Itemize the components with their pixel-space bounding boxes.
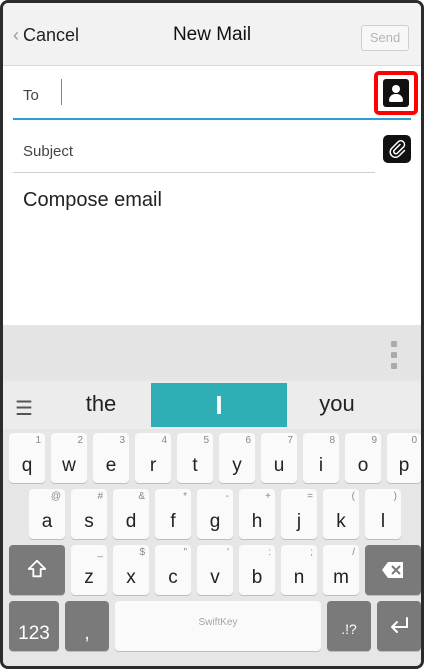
comma-key[interactable]: , [65,601,109,651]
punctuation-key[interactable]: .!? [327,601,371,651]
key-u[interactable]: 7u [261,433,297,483]
key-i[interactable]: 8i [303,433,339,483]
key-h[interactable]: + h [239,489,275,539]
key-b[interactable]: :b [239,545,275,595]
page-title: New Mail [172,24,252,45]
keyboard-toolbar [3,325,421,379]
compose-body[interactable]: Compose email [23,189,162,212]
shift-button[interactable] [9,545,65,595]
paperclip-icon [389,140,406,158]
key-t[interactable]: 5t [177,433,213,483]
prediction-right[interactable]: you [287,391,387,417]
key-l[interactable]: ) l [365,489,401,539]
vertical-dots-icon[interactable] [391,341,397,369]
key-f[interactable]: * f [155,489,191,539]
key-m[interactable]: / m [323,545,359,595]
key-n[interactable]: ; n [281,545,317,595]
key-p[interactable]: 0p [387,433,421,483]
key-k[interactable]: (k [323,489,359,539]
phone-frame: ‹ Cancel New Mail Send To Subject Compos… [0,0,424,669]
contact-book-icon [383,79,409,107]
mail-header: ‹ Cancel New Mail Send [3,3,421,66]
to-label: To [23,87,39,104]
key-d[interactable]: & d [113,489,149,539]
enter-key[interactable] [377,601,421,651]
key-x[interactable]: $ x [113,545,149,595]
prediction-bar: ☰ the I you [3,381,421,429]
key-r[interactable]: 4r [135,433,171,483]
attach-button[interactable] [383,135,411,163]
shift-icon [27,559,47,578]
subject-label: Subject [23,143,74,160]
numbers-key[interactable]: 123 [9,601,59,651]
subject-underline [13,172,375,173]
to-field-underline [13,118,411,120]
keyboard: ☰ the I you 1q 2w 3e 4r 5t 6y 7u 8i 9o 0… [3,325,421,666]
key-y[interactable]: 6y [219,433,255,483]
delete-button[interactable] [365,545,421,595]
key-a[interactable]: @ a [29,489,65,539]
key-o[interactable]: 9o [345,433,381,483]
subject-field[interactable]: Subject [3,129,421,173]
contacts-button[interactable] [374,71,418,115]
prediction-center[interactable]: I [151,383,287,427]
prediction-left[interactable]: the [51,391,151,417]
key-c[interactable]: " c [155,545,191,595]
send-button[interactable]: Send [361,25,409,51]
text-cursor [61,79,62,105]
space-key[interactable]: SwiftKey [115,601,321,651]
key-w[interactable]: 2w [51,433,87,483]
key-s[interactable]: # s [71,489,107,539]
key-j[interactable]: = j [281,489,317,539]
key-q[interactable]: 1q [9,433,45,483]
space-brand-label: SwiftKey [198,617,238,628]
key-e[interactable]: 3e [93,433,129,483]
backspace-icon [382,562,403,578]
key-z[interactable]: _ z [71,545,107,595]
key-v[interactable]: ' v [197,545,233,595]
to-field[interactable]: To [3,67,421,120]
enter-icon [391,617,408,633]
key-g[interactable]: -g [197,489,233,539]
hamburger-icon[interactable]: ☰ [15,396,35,421]
